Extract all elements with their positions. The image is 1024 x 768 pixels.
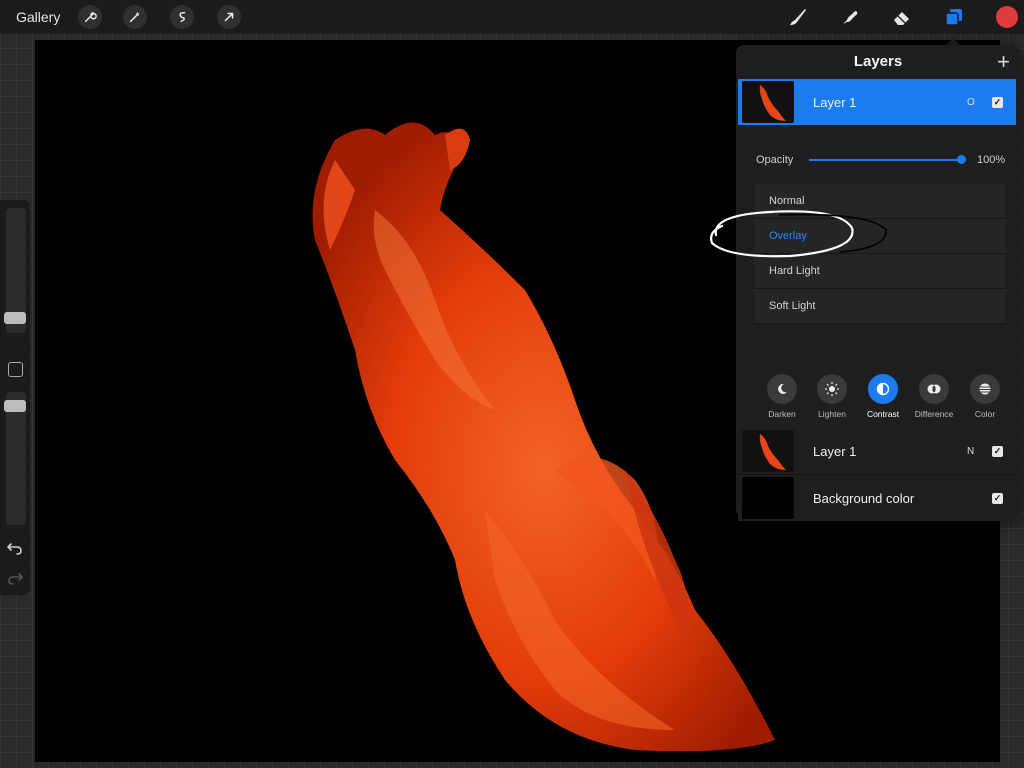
blend-category-row: Darken Lighten Contrast Difference Color [758, 374, 1014, 424]
category-label: Lighten [818, 409, 846, 419]
brush-size-slider[interactable] [4, 208, 26, 333]
layer-name: Layer 1 [813, 443, 857, 459]
category-label: Darken [768, 409, 796, 419]
smudge-icon[interactable] [838, 6, 862, 28]
wrench-icon[interactable] [78, 5, 102, 29]
undo-icon[interactable] [6, 540, 24, 561]
brush-opacity-thumb[interactable] [4, 400, 26, 412]
category-contrast[interactable]: Contrast [859, 374, 907, 419]
opacity-slider-knob[interactable] [957, 155, 966, 164]
half-circle-icon [868, 374, 898, 404]
top-toolbar: Gallery [0, 0, 1024, 34]
opacity-slider[interactable] [809, 159, 961, 161]
category-difference[interactable]: Difference [910, 374, 958, 419]
sun-icon [817, 374, 847, 404]
brush-opacity-slider[interactable] [4, 392, 26, 525]
current-color-swatch[interactable] [996, 6, 1018, 28]
layer-name: Background color [813, 490, 915, 506]
category-label: Color [974, 409, 996, 419]
category-darken[interactable]: Darken [758, 374, 806, 419]
difference-icon [919, 374, 949, 404]
left-sidebar [0, 200, 30, 595]
layers-panel: Layers + Layer 1 O ✓ Opacity 100% Normal… [736, 45, 1020, 521]
layer-thumbnail [742, 430, 794, 472]
opacity-value: 100% [977, 154, 1006, 166]
blend-mode-normal[interactable]: Normal [754, 184, 1006, 219]
background-color-swatch[interactable] [742, 477, 794, 519]
panel-title: Layers [853, 53, 903, 70]
visibility-checkbox[interactable]: ✓ [992, 492, 1003, 504]
add-layer-button[interactable]: + [997, 49, 1010, 75]
magic-wand-icon[interactable] [123, 5, 147, 29]
blend-mode-hard-light[interactable]: Hard Light [754, 254, 1006, 289]
category-label: Contrast [866, 409, 900, 419]
blend-mode-soft-light[interactable]: Soft Light [754, 289, 1006, 324]
gallery-button[interactable]: Gallery [16, 9, 60, 25]
layer-row[interactable]: Layer 1 N ✓ [738, 428, 1016, 474]
active-layer-row[interactable]: Layer 1 O ✓ [738, 79, 1016, 125]
blend-mode-letter[interactable]: O [967, 97, 975, 108]
category-color[interactable]: Color [961, 374, 1009, 419]
visibility-checkbox[interactable]: ✓ [992, 445, 1003, 457]
visibility-checkbox[interactable]: ✓ [992, 96, 1003, 108]
transform-arrow-icon[interactable] [217, 5, 241, 29]
layer-name: Layer 1 [813, 94, 857, 110]
redo-icon[interactable] [6, 570, 24, 591]
eraser-icon[interactable] [890, 6, 914, 28]
layer-row-background[interactable]: Background color ✓ [738, 474, 1016, 521]
modify-button[interactable] [8, 362, 23, 377]
blend-mode-overlay[interactable]: Overlay [754, 219, 1006, 254]
brush-size-thumb[interactable] [4, 312, 26, 324]
brush-icon[interactable] [786, 6, 810, 28]
selection-icon[interactable] [170, 5, 194, 29]
blend-mode-letter[interactable]: N [967, 446, 974, 457]
opacity-label: Opacity [756, 154, 794, 166]
moon-icon [767, 374, 797, 404]
layers-icon[interactable] [942, 6, 966, 28]
layer-thumbnail [742, 81, 794, 123]
blend-mode-list: Normal Overlay Hard Light Soft Light [754, 184, 1006, 324]
category-label: Difference [914, 409, 954, 419]
category-lighten[interactable]: Lighten [808, 374, 856, 419]
color-stripes-icon [970, 374, 1000, 404]
